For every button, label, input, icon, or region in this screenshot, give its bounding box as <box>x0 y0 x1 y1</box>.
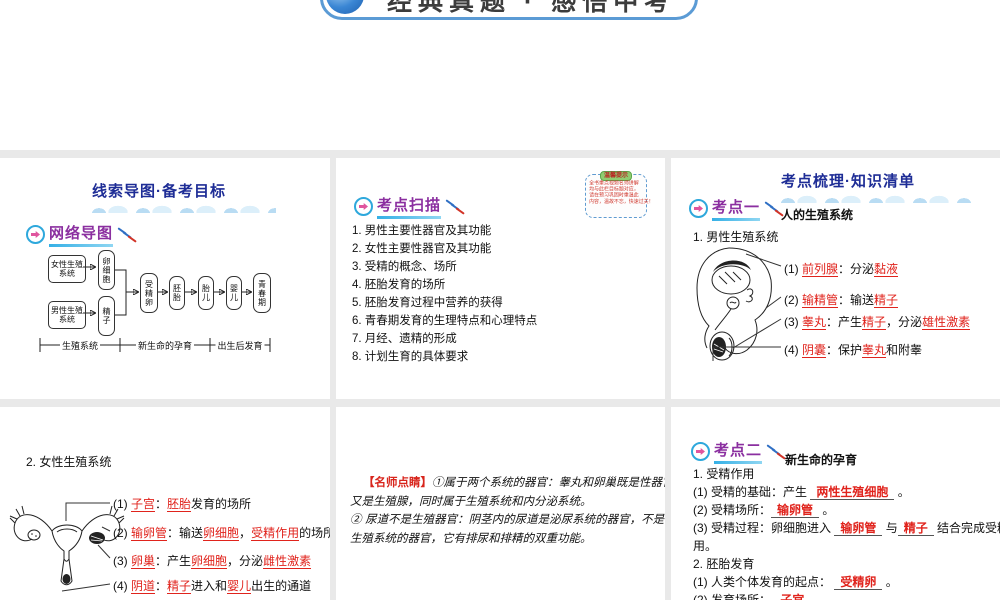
tip-line: 生殖系统的器官，它有排尿和排精的双重功能。 <box>350 530 592 545</box>
content-line: (2) 发育场所： 子宫 <box>693 591 1000 600</box>
header-banner: 经典真题 · 感悟中考 <box>320 0 698 20</box>
section-label-text: 网络导图 <box>49 222 114 247</box>
tips-note-box: 温馨提示 全书重点视频名师讲解 均与此栏目标题对应， 请在预习巩固时重温此 内容… <box>585 171 654 218</box>
content-line: (3) 受精过程：卵细胞进入 输卵管 与精子 结合完成受精作 <box>693 521 1000 536</box>
content-lines: 1. 受精作用 (1) 受精的基础：产生 两性生殖细胞 。 (2) 受精场所：输… <box>693 465 1000 600</box>
span-label-new-life: 新生命的孕育 <box>135 339 195 352</box>
list-item: 1. 男性主要性器官及其功能 <box>352 225 492 237</box>
slide-thumb-exam-points[interactable]: 考点扫描 温馨提示 全书重点视频名师讲解 均与此栏目标题对应， 请在预习巩固时重… <box>336 158 665 399</box>
rainbow-squiggle-icon <box>766 443 786 460</box>
flow-pill-fetus: 胎儿 <box>198 276 214 310</box>
flow-pill-puberty: 青春期 <box>253 273 271 313</box>
list-item: 3. 受精的概念、场所 <box>352 261 457 273</box>
slide-title: 线索导图·备考目标 <box>92 183 226 200</box>
exam-point-list: 1. 男性主要性器官及其功能 2. 女性主要性器官及其功能 3. 受精的概念、场… <box>352 222 537 366</box>
list-item: 4. 胚胎发育的场所 <box>352 279 446 291</box>
anatomy-label: (1) 前列腺：分泌黏液 <box>784 262 899 277</box>
content-line: (1) 受精的基础：产生 两性生殖细胞 。 <box>693 485 910 500</box>
anatomy-label: (3) 卵巢：产生卵细胞，分泌雌性激素 <box>113 554 312 569</box>
anatomy-label: (4) 阴囊：保护睾丸和附睾 <box>784 343 923 358</box>
list-item: 2. 女性主要性器官及其功能 <box>352 243 492 255</box>
anatomy-label: (2) 输卵管：输送卵细胞，受精作用的场所 <box>113 526 330 541</box>
list-item: 6. 青春期发育的生理特点和心理特点 <box>352 315 538 327</box>
list-item: 5. 胚胎发育过程中营养的获得 <box>352 297 503 309</box>
section-label-text: 考点二 <box>714 439 763 464</box>
tip-line: ② 尿道不是生殖器官：阴茎内的尿道是泌尿系统的器官，不是 <box>350 512 665 526</box>
rainbow-squiggle-icon <box>117 226 137 243</box>
slide-thumb-male-system[interactable]: 考点梳理·知识清单 考点一 人的生殖系统 1. 男性生殖系统 (1) 前列腺：分… <box>671 158 1000 399</box>
tip-line: 又是生殖腺，同时属于生殖系统和内分泌系统。 <box>350 493 592 508</box>
section-label-text: 考点扫描 <box>377 194 442 219</box>
span-label-postnatal: 出生后发育 <box>215 339 265 352</box>
leader-lines <box>712 253 782 361</box>
anatomy-label: (1) 子宫：胚胎发育的场所 <box>113 497 252 512</box>
flow-box-male-system: 男性生殖系统 <box>48 301 86 329</box>
banner-title: 经典真题 · 感悟中考 <box>387 0 676 16</box>
flow-pill-embryo: 胚胎 <box>169 276 185 310</box>
concept-flowchart: 女性生殖系统 男性生殖系统 卵细胞 精子 受精卵 胚胎 胎儿 婴儿 青春期 生殖… <box>28 250 316 358</box>
flow-pill-zygote: 受精卵 <box>140 273 158 313</box>
rainbow-squiggle-icon <box>445 198 465 215</box>
content-line: 用。 <box>693 539 718 553</box>
circle-arrow-icon <box>691 442 710 461</box>
slide-thumb-map-goals[interactable]: 线索导图·备考目标 网络导图 女性生殖系统 男性生殖系统 卵细胞 精子 受精卵 … <box>0 158 330 399</box>
anatomy-label: (4) 阴道：精子进入和婴儿出生的通道 <box>113 579 312 594</box>
section-label-network-map: 网络导图 <box>26 222 137 247</box>
anatomy-label: (2) 输精管：输送精子 <box>784 293 899 308</box>
tip-line: 【名师点睛】①属于两个系统的器官：睾丸和卵巢既是性器官， <box>363 475 665 489</box>
list-item: 8. 计划生育的具体要求 <box>352 351 469 363</box>
content-line: 1. 受精作用 <box>693 467 755 481</box>
section-label-kaodian-2: 考点二 <box>691 439 786 464</box>
slide-thumb-teacher-tips[interactable]: 【名师点睛】①属于两个系统的器官：睾丸和卵巢既是性器官， 又是生殖腺，同时属于生… <box>336 407 665 600</box>
content-line: (2) 受精场所： 输卵管 。 <box>693 503 835 518</box>
span-label-reproductive-system: 生殖系统 <box>59 339 101 352</box>
cloud-underline-decor <box>88 201 276 213</box>
list-item: 7. 月经、遗精的形成 <box>352 333 457 345</box>
flow-pill-egg: 卵细胞 <box>98 250 115 290</box>
flow-box-female-system: 女性生殖系统 <box>48 255 86 283</box>
slide-thumb-new-life[interactable]: 考点二 新生命的孕育 1. 受精作用 (1) 受精的基础：产生 两性生殖细胞 。… <box>671 407 1000 600</box>
slide-thumb-female-system[interactable]: 2. 女性生殖系统 (1) 子宫：胚胎发育的场所 (2) 输卵管：输送卵细胞，受… <box>0 407 330 600</box>
banner-circle-icon <box>326 0 364 14</box>
section-label-scan: 考点扫描 <box>354 194 465 219</box>
teacher-tip-paragraph: 【名师点睛】①属于两个系统的器官：睾丸和卵巢既是性器官， 又是生殖腺，同时属于生… <box>350 473 665 547</box>
flow-pill-baby: 婴儿 <box>226 276 242 310</box>
content-line: (1) 人类个体发育的起点： 受精卵 。 <box>693 575 898 590</box>
circle-arrow-icon <box>26 225 45 244</box>
flow-pill-sperm: 精子 <box>98 296 115 336</box>
anatomy-label: (3) 睾丸：产生精子，分泌雄性激素 <box>784 315 971 330</box>
tips-note-line: 内容，温故不忘，快速过关！ <box>589 198 654 205</box>
content-line: 2. 胚胎发育 <box>693 557 755 571</box>
circle-arrow-icon <box>354 197 373 216</box>
